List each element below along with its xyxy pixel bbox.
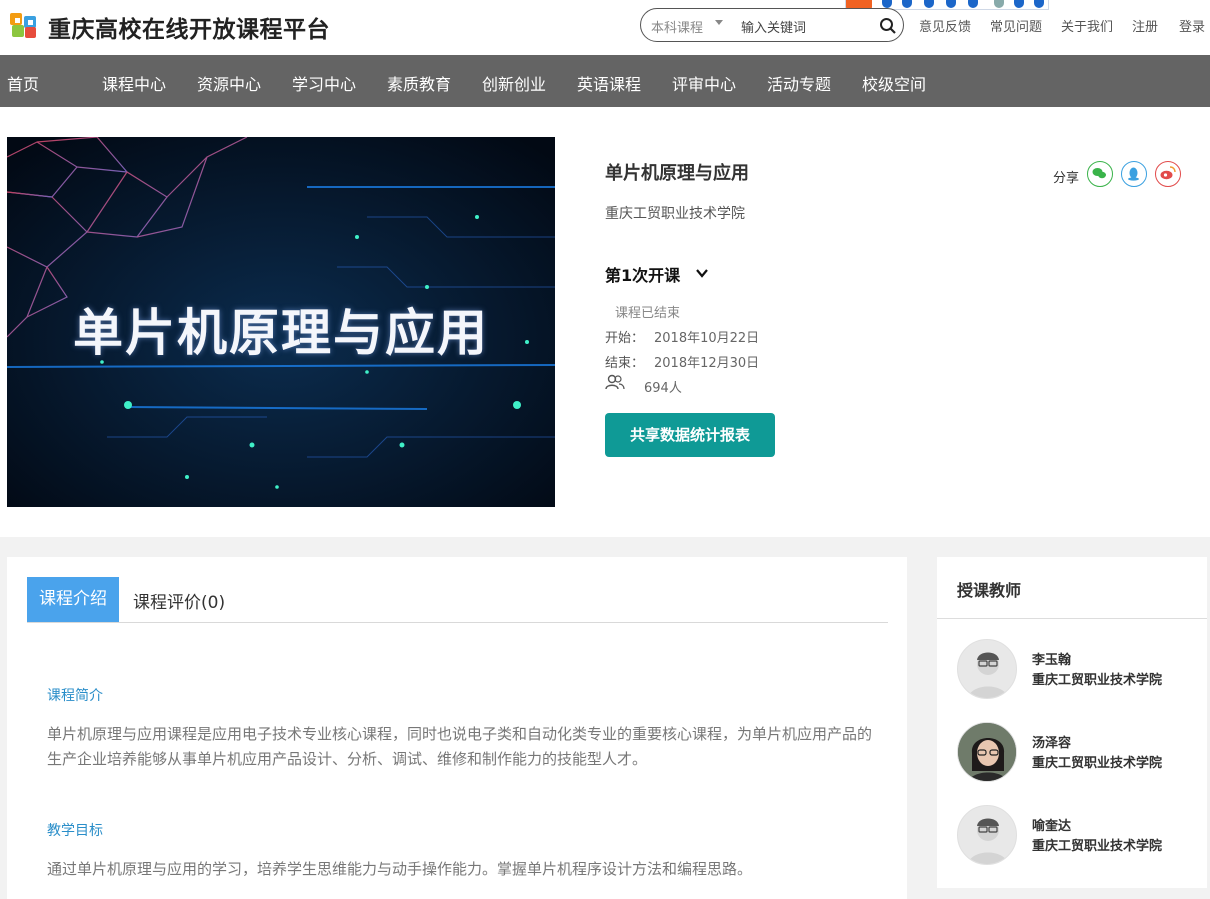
end-date: 2018年12月30日: [654, 356, 760, 371]
summary-text: 单片机原理与应用课程是应用电子技术专业核心课程，同时也说电子类和自动化类专业的重…: [47, 725, 873, 768]
teacher-photo[interactable]: [957, 722, 1017, 782]
enrolled-count: 694人: [644, 381, 682, 396]
login-link[interactable]: 登录: [1179, 16, 1205, 35]
course-cover-image: 单片机原理与应用: [7, 137, 555, 507]
goal-heading: 教学目标: [47, 823, 103, 839]
teachers-panel: 授课教师 李玉翰 重庆工贸职业技术学院 汤泽容 重庆工贸职业技术学院 喻奎达 重…: [937, 557, 1207, 888]
wechat-icon[interactable]: [1087, 161, 1113, 187]
site-title[interactable]: 重庆高校在线开放课程平台: [48, 10, 330, 44]
teacher-name[interactable]: 汤泽容: [1032, 732, 1071, 751]
weibo-icon[interactable]: [1155, 161, 1181, 187]
course-status: 课程已结束: [615, 306, 681, 321]
about-link[interactable]: 关于我们: [1061, 16, 1113, 35]
tab-divider: [27, 622, 888, 623]
course-school[interactable]: 重庆工贸职业技术学院: [605, 203, 745, 223]
course-hero: 单片机原理与应用 单片机原理与应用 重庆工贸职业技术学院 第1次开课 课程已结束…: [0, 107, 1210, 537]
teacher-school: 重庆工贸职业技术学院: [1032, 673, 1163, 688]
nav-item-courses[interactable]: 课程中心: [102, 71, 166, 95]
teacher-name[interactable]: 李玉翰: [1032, 649, 1071, 668]
goal-text: 通过单片机原理与应用的学习，培养学生思维能力与动手操作能力。掌握单片机程序设计方…: [47, 860, 753, 878]
nav-item-english[interactable]: 英语课程: [577, 71, 641, 95]
nav-item-school-space[interactable]: 校级空间: [862, 71, 926, 95]
session-select[interactable]: 第1次开课: [605, 262, 680, 286]
nav-item-resources[interactable]: 资源中心: [197, 71, 261, 95]
nav-item-home[interactable]: 首页: [7, 71, 39, 95]
nav-item-activities[interactable]: 活动专题: [767, 71, 831, 95]
teacher-school: 重庆工贸职业技术学院: [1032, 756, 1163, 771]
start-label: 开始：: [605, 331, 645, 346]
teachers-heading: 授课教师: [957, 581, 1022, 600]
main-nav: 首页 课程中心 资源中心 学习中心 素质教育 创新创业 英语课程 评审中心 活动…: [0, 55, 1210, 107]
cover-title-text: 单片机原理与应用: [73, 304, 489, 362]
search-category-select[interactable]: 本科课程: [651, 17, 703, 36]
chevron-down-icon[interactable]: [695, 265, 709, 284]
end-label: 结束：: [605, 356, 645, 371]
summary-heading: 课程简介: [47, 688, 103, 704]
teacher-item[interactable]: 李玉翰 重庆工贸职业技术学院: [937, 639, 1207, 703]
tab-course-reviews[interactable]: 课程评价(0): [133, 588, 225, 613]
avatar-placeholder-icon[interactable]: [957, 639, 1017, 699]
start-date: 2018年10月22日: [654, 331, 760, 346]
search-input[interactable]: 输入关键词: [741, 17, 806, 36]
caret-down-icon[interactable]: [715, 20, 723, 25]
teacher-item[interactable]: 喻奎达 重庆工贸职业技术学院: [937, 805, 1207, 869]
people-icon: [605, 374, 625, 394]
register-link[interactable]: 注册: [1132, 16, 1158, 35]
teachers-divider: [937, 618, 1207, 619]
teacher-school: 重庆工贸职业技术学院: [1032, 839, 1163, 854]
tab-course-intro[interactable]: 课程介绍: [27, 577, 119, 622]
course-title: 单片机原理与应用: [605, 163, 749, 184]
search-box[interactable]: 本科课程 输入关键词: [640, 8, 904, 42]
search-icon[interactable]: [879, 17, 897, 39]
share-label: 分享: [1053, 171, 1080, 186]
course-content-panel: 课程介绍 课程评价(0) 课程简介 单片机原理与应用课程是应用电子技术专业核心课…: [7, 557, 907, 899]
teacher-name[interactable]: 喻奎达: [1032, 815, 1071, 834]
nav-item-review-center[interactable]: 评审中心: [672, 71, 736, 95]
avatar-placeholder-icon[interactable]: [957, 805, 1017, 865]
teacher-item[interactable]: 汤泽容 重庆工贸职业技术学院: [937, 722, 1207, 786]
feedback-link[interactable]: 意见反馈: [919, 16, 971, 35]
nav-item-innovation[interactable]: 创新创业: [482, 71, 546, 95]
nav-item-quality-education[interactable]: 素质教育: [387, 71, 451, 95]
site-logo-icon[interactable]: [8, 10, 42, 40]
top-header: 重庆高校在线开放课程平台 本科课程 输入关键词 意见反馈 常见问题 关于我们 注…: [0, 0, 1210, 55]
qq-icon[interactable]: [1121, 161, 1147, 187]
shared-data-report-button[interactable]: 共享数据统计报表: [605, 413, 775, 457]
faq-link[interactable]: 常见问题: [990, 16, 1042, 35]
nav-item-learning[interactable]: 学习中心: [292, 71, 356, 95]
